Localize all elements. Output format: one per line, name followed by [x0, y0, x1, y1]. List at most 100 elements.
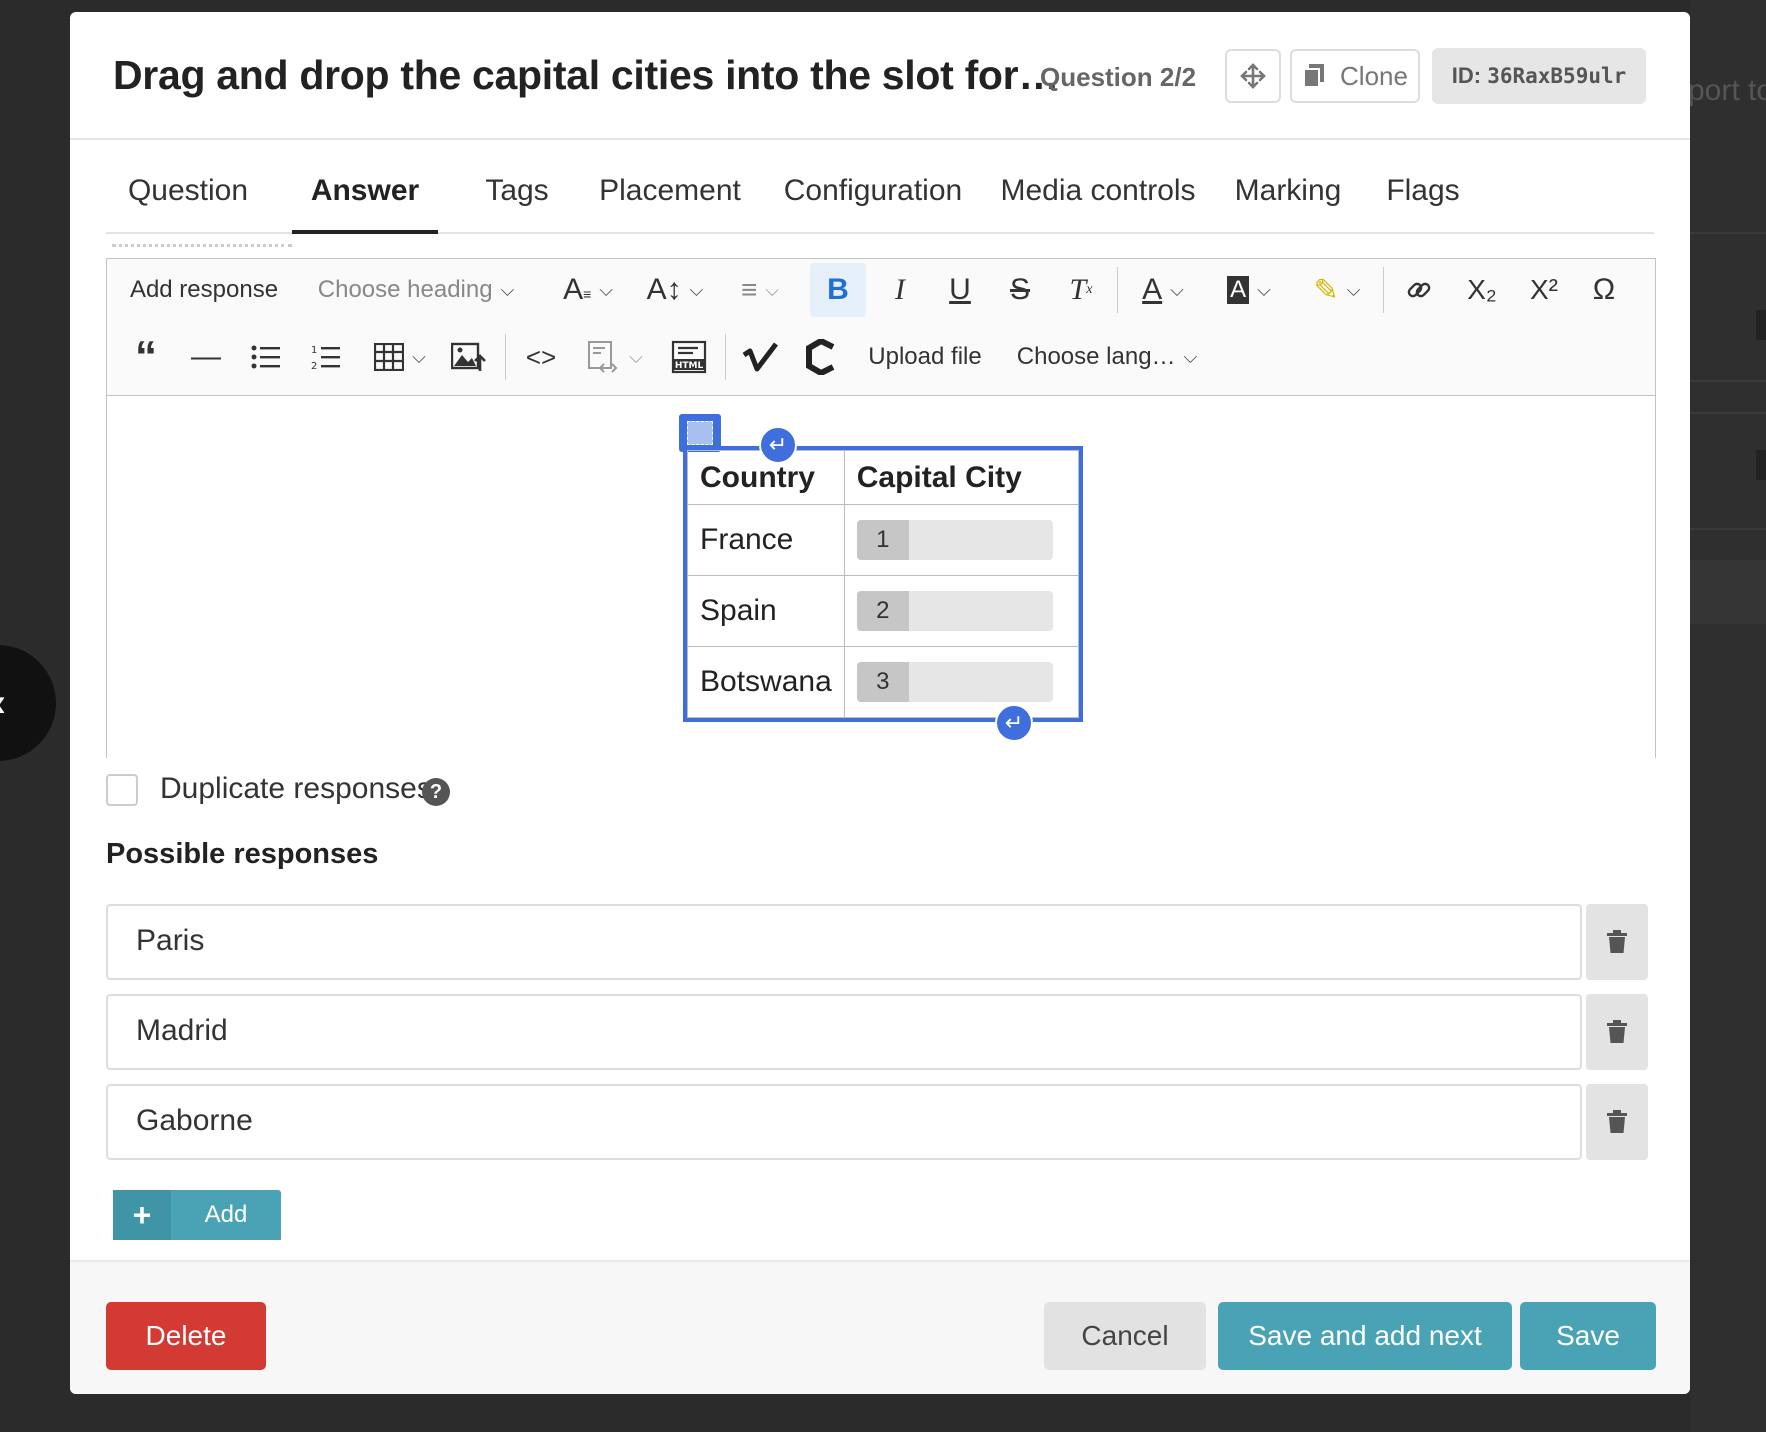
toolbar-separator — [505, 334, 506, 380]
tab-marking[interactable]: Marking — [1230, 152, 1346, 234]
numbered-list-button[interactable]: 12 — [301, 330, 351, 384]
delete-response-button[interactable] — [1586, 904, 1648, 980]
country-cell: France — [687, 504, 845, 576]
response-input[interactable]: Gaborne — [106, 1084, 1582, 1160]
subscript-button[interactable]: X₂ — [1455, 263, 1509, 317]
plus-icon: + — [113, 1190, 171, 1240]
link-button[interactable] — [1393, 263, 1445, 317]
move-button[interactable] — [1225, 49, 1281, 103]
capitals-table[interactable]: Country Capital City France 1 Spain 2 Bo… — [683, 446, 1083, 722]
id-prefix: ID: — [1451, 63, 1482, 88]
background-row — [1690, 560, 1766, 624]
response-slot[interactable]: 2 — [856, 591, 1053, 631]
bulleted-list-button[interactable] — [241, 330, 291, 384]
slot-number: 1 — [856, 520, 909, 560]
language-dropdown[interactable]: Choose lang… ⌵ — [1007, 330, 1207, 384]
align-left-icon: ≡ — [741, 274, 758, 305]
tab-media-controls[interactable]: Media controls — [998, 152, 1198, 234]
toolbar-separator — [1117, 267, 1118, 313]
chemistry-button[interactable] — [795, 330, 847, 384]
math-formula-button[interactable] — [733, 330, 787, 384]
duplicate-responses-checkbox[interactable] — [106, 774, 138, 806]
upload-file-button[interactable]: Upload file — [863, 330, 987, 384]
square-root-icon — [742, 342, 778, 372]
font-family-dropdown[interactable]: A≡ ⌵ — [553, 263, 623, 317]
editor-tabs: Question Answer Tags Placement Configura… — [106, 152, 1654, 234]
insert-paragraph-after-icon[interactable]: ↵ — [995, 704, 1033, 742]
tab-configuration[interactable]: Configuration — [782, 152, 964, 234]
background-divider — [1690, 412, 1766, 414]
editor-content[interactable]: Country Capital City France 1 Spain 2 Bo… — [107, 396, 1655, 759]
toolbar-separator — [725, 334, 726, 380]
italic-button[interactable]: I — [875, 263, 925, 317]
code-block-icon — [588, 341, 618, 373]
possible-responses-title: Possible responses — [106, 838, 379, 870]
toolbar-separator — [1383, 267, 1384, 313]
add-label: Add — [204, 1201, 248, 1228]
link-icon — [1407, 282, 1431, 298]
tab-flags[interactable]: Flags — [1378, 152, 1468, 234]
code-button[interactable]: <> — [515, 330, 567, 384]
font-color-dropdown[interactable]: A ⌵ — [1125, 263, 1201, 317]
slot-number: 2 — [856, 591, 909, 631]
tab-placement[interactable]: Placement — [594, 152, 746, 234]
chevron-down-icon: ⌵ — [765, 279, 779, 300]
editor-toolbar: Add response Choose heading ⌵ A≡ ⌵ A↕ ⌵ ≡ ⌵… — [107, 259, 1655, 396]
delete-button[interactable]: Delete — [106, 1302, 266, 1370]
chevron-down-icon: ⌵ — [1183, 346, 1198, 367]
heading-dropdown[interactable]: Choose heading ⌵ — [301, 263, 531, 317]
background-color-dropdown[interactable]: A ⌵ — [1211, 263, 1287, 317]
trash-icon — [1607, 930, 1627, 953]
chevron-down-icon: ⌵ — [1257, 279, 1271, 300]
alignment-dropdown[interactable]: ≡ ⌵ — [727, 263, 793, 317]
question-id-badge[interactable]: ID: 36RaxB59ulr — [1432, 48, 1646, 104]
add-response-button[interactable]: + Add — [113, 1190, 281, 1240]
background-divider — [1690, 528, 1766, 530]
bold-button[interactable]: B — [810, 263, 866, 317]
background-color-icon: A — [1227, 276, 1250, 304]
font-color-icon: A — [1142, 273, 1163, 306]
insert-paragraph-before-icon[interactable]: ↵ — [759, 426, 797, 464]
modal-footer: Delete Cancel Save and add next Save — [70, 1260, 1690, 1394]
code-block-dropdown[interactable]: ⌵ — [577, 330, 653, 384]
delete-response-button[interactable] — [1586, 1084, 1648, 1160]
close-sidebar-button[interactable]: ‹ — [0, 645, 56, 761]
save-and-add-next-button[interactable]: Save and add next — [1218, 1302, 1512, 1370]
response-slot[interactable]: 3 — [856, 662, 1053, 702]
tab-answer[interactable]: Answer — [292, 152, 438, 234]
duplicate-responses-label: Duplicate responses — [160, 772, 432, 805]
save-button[interactable]: Save — [1520, 1302, 1656, 1370]
clone-button[interactable]: Clone — [1290, 49, 1420, 103]
chevron-down-icon: ⌵ — [1346, 279, 1361, 300]
response-slot[interactable]: 1 — [856, 520, 1053, 560]
font-family-icon: A≡ — [563, 273, 592, 306]
highlight-dropdown[interactable]: ✎ ⌵ — [1297, 263, 1377, 317]
html-embed-button[interactable]: HTML — [663, 330, 715, 384]
chevron-down-icon: ⌵ — [412, 346, 426, 367]
question-editor-modal: Drag and drop the capital cities into th… — [70, 12, 1690, 1394]
tab-tags[interactable]: Tags — [474, 152, 560, 234]
response-input[interactable]: Paris — [106, 904, 1582, 980]
horizontal-line-button[interactable]: — — [181, 330, 231, 384]
table-dropdown[interactable]: ⌵ — [367, 330, 433, 384]
superscript-button[interactable]: X² — [1517, 263, 1571, 317]
copy-icon — [1303, 64, 1325, 88]
delete-response-button[interactable] — [1586, 994, 1648, 1070]
strikethrough-button[interactable]: S — [995, 263, 1045, 317]
help-icon[interactable]: ? — [422, 778, 450, 806]
response-slot-cell: 3 — [843, 646, 1080, 718]
underline-button[interactable]: U — [935, 263, 985, 317]
image-upload-icon — [451, 342, 486, 371]
move-icon — [1240, 63, 1266, 89]
special-characters-button[interactable]: Ω — [1579, 263, 1629, 317]
remove-format-button[interactable]: Tx — [1055, 263, 1107, 317]
tab-question[interactable]: Question — [114, 152, 262, 234]
response-input[interactable]: Madrid — [106, 994, 1582, 1070]
insert-image-button[interactable] — [443, 330, 495, 384]
column-header-capital: Capital City — [843, 450, 1080, 505]
cancel-button[interactable]: Cancel — [1044, 1302, 1206, 1370]
blockquote-button[interactable]: “ — [121, 330, 171, 384]
add-response-button[interactable]: Add response — [121, 263, 287, 317]
svg-text:2: 2 — [311, 361, 317, 371]
font-size-dropdown[interactable]: A↕ ⌵ — [639, 263, 711, 317]
